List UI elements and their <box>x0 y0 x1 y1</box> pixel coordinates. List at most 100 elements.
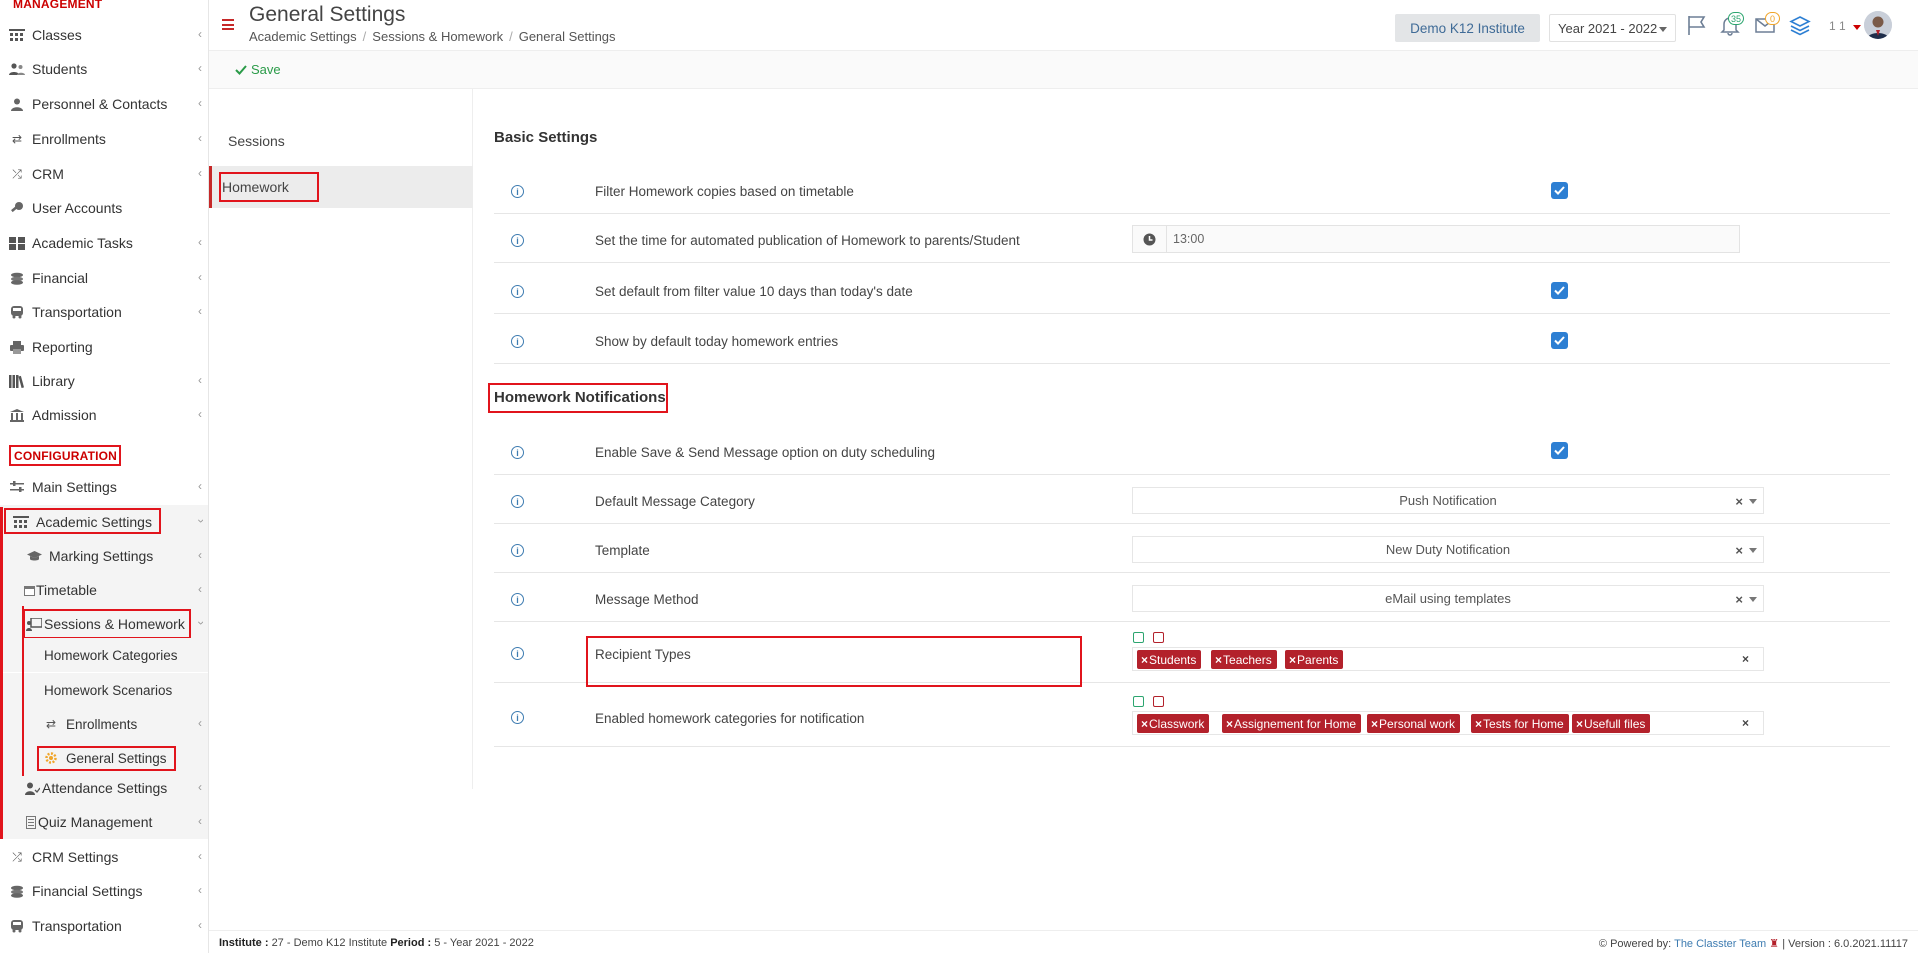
sidebar-item-marking-settings[interactable]: Marking Settings ‹ <box>0 539 208 573</box>
select-value: Push Notification <box>1399 493 1497 508</box>
sidebar-item-financial-settings[interactable]: Financial Settings ‹ <box>0 874 208 908</box>
info-icon[interactable]: i <box>511 234 524 247</box>
deselect-all-icon[interactable] <box>1153 632 1164 643</box>
sidebar-item-attendance-settings[interactable]: Attendance Settings ‹ <box>0 771 208 805</box>
sidebar-item-user-accounts[interactable]: User Accounts <box>0 191 208 225</box>
caret-down-icon[interactable] <box>1853 25 1861 30</box>
remove-tag-icon[interactable]: × <box>1289 653 1296 667</box>
sidebar-item-main-settings[interactable]: Main Settings ‹ <box>0 470 208 504</box>
info-icon[interactable]: i <box>511 335 524 348</box>
today-entries-checkbox[interactable] <box>1551 332 1568 349</box>
clear-icon[interactable]: × <box>1742 716 1749 730</box>
sidebar: MANAGEMENT Classes ‹ Students ‹ Personne… <box>0 0 209 953</box>
chevron-down-icon: ‹ <box>193 519 207 523</box>
default-filter-checkbox[interactable] <box>1551 282 1568 299</box>
clear-icon[interactable]: × <box>1735 494 1743 509</box>
remove-tag-icon[interactable]: × <box>1475 717 1482 731</box>
category-tag[interactable]: × Usefull files <box>1572 714 1651 733</box>
publication-time-input[interactable]: 13:00 <box>1132 225 1740 253</box>
clear-icon[interactable]: × <box>1735 543 1743 558</box>
sidebar-item-students[interactable]: Students ‹ <box>0 52 208 86</box>
info-icon[interactable]: i <box>511 446 524 459</box>
clear-icon[interactable]: × <box>1742 652 1749 666</box>
sidebar-item-sessions-homework[interactable]: Sessions & Homework ‹ <box>0 607 208 641</box>
filter-timetable-checkbox[interactable] <box>1551 182 1568 199</box>
sidebar-item-homework-categories[interactable]: Homework Categories <box>0 638 208 672</box>
classter-logo-icon: ♜ <box>1769 938 1780 950</box>
breadcrumb-item[interactable]: Sessions & Homework <box>372 29 503 44</box>
category-tag[interactable]: × Assignement for Home <box>1222 714 1362 733</box>
sidebar-item-label: Enrollments <box>32 131 106 147</box>
sidebar-item-financial[interactable]: Financial ‹ <box>0 261 208 295</box>
sidebar-item-classes[interactable]: Classes ‹ <box>0 18 208 52</box>
tab-sessions[interactable]: Sessions <box>209 120 473 162</box>
sidebar-item-label: Admission <box>32 407 97 423</box>
select-all-icon[interactable] <box>1133 696 1144 707</box>
info-icon[interactable]: i <box>511 647 524 660</box>
sidebar-item-general-settings[interactable]: General Settings <box>0 741 208 775</box>
sidebar-item-transportation-settings[interactable]: Transportation ‹ <box>0 909 208 943</box>
sidebar-item-reporting[interactable]: Reporting <box>0 330 208 364</box>
sidebar-item-personnel[interactable]: Personnel & Contacts ‹ <box>0 87 208 121</box>
sidebar-item-transportation[interactable]: Transportation ‹ <box>0 295 208 329</box>
year-select[interactable]: Year 2021 - 2022 <box>1549 14 1676 42</box>
sidebar-item-quiz-management[interactable]: Quiz Management ‹ <box>0 805 208 839</box>
sidebar-item-academic-tasks[interactable]: Academic Tasks ‹ <box>0 226 208 260</box>
enabled-categories-multiselect[interactable]: × Classwork × Assignement for Home × Person… <box>1132 711 1764 735</box>
sidebar-item-sub-enrollments[interactable]: ⇄ Enrollments ‹ <box>0 707 208 741</box>
recipient-tag[interactable]: × Parents <box>1285 650 1344 669</box>
template-select[interactable]: New Duty Notification × <box>1132 536 1764 563</box>
sidebar-item-admission[interactable]: Admission ‹ <box>0 398 208 432</box>
recipient-types-multiselect[interactable]: × Students × Teachers × Parents × <box>1132 647 1764 671</box>
tag-label: Personal work <box>1379 716 1456 731</box>
remove-tag-icon[interactable]: × <box>1576 717 1583 731</box>
info-icon[interactable]: i <box>511 593 524 606</box>
sliders-icon <box>8 480 26 494</box>
tag-label: Classwork <box>1149 716 1205 731</box>
recipient-tag[interactable]: × Teachers <box>1211 650 1277 669</box>
sidebar-item-crm-settings[interactable]: ⤮ CRM Settings ‹ <box>0 840 208 874</box>
sidebar-item-timetable[interactable]: Timetable ‹ <box>0 573 208 607</box>
category-tag[interactable]: × Personal work <box>1367 714 1461 733</box>
save-button[interactable]: Save <box>235 62 281 77</box>
year-select-value: Year 2021 - 2022 <box>1558 20 1658 36</box>
tab-homework[interactable]: Homework <box>209 166 473 208</box>
user-number[interactable]: 1 1 <box>1829 19 1846 33</box>
info-icon[interactable]: i <box>511 711 524 724</box>
deselect-all-icon[interactable] <box>1153 696 1164 707</box>
message-category-select[interactable]: Push Notification × <box>1132 487 1764 514</box>
remove-tag-icon[interactable]: × <box>1215 653 1222 667</box>
hamburger-menu-icon[interactable] <box>222 19 234 30</box>
sidebar-item-label: Homework Categories <box>44 647 178 663</box>
sidebar-item-library[interactable]: Library ‹ <box>0 364 208 398</box>
message-method-select[interactable]: eMail using templates × <box>1132 585 1764 612</box>
select-all-icon[interactable] <box>1133 632 1144 643</box>
clear-icon[interactable]: × <box>1735 592 1743 607</box>
layers-icon[interactable] <box>1789 14 1813 38</box>
info-icon[interactable]: i <box>511 285 524 298</box>
chevron-left-icon: ‹ <box>198 61 202 75</box>
category-tag[interactable]: × Classwork <box>1137 714 1210 733</box>
remove-tag-icon[interactable]: × <box>1226 717 1233 731</box>
classter-team-link[interactable]: The Classter Team <box>1674 938 1766 950</box>
academic-settings-icon <box>12 515 30 529</box>
remove-tag-icon[interactable]: × <box>1371 717 1378 731</box>
remove-tag-icon[interactable]: × <box>1141 717 1148 731</box>
category-tag[interactable]: × Tests for Home <box>1471 714 1569 733</box>
institute-badge[interactable]: Demo K12 Institute <box>1395 14 1540 42</box>
flag-icon[interactable] <box>1686 14 1710 38</box>
avatar[interactable] <box>1864 11 1892 39</box>
footer-period-value: 5 - Year 2021 - 2022 <box>434 937 534 949</box>
sidebar-item-crm[interactable]: ⤮ CRM ‹ <box>0 157 208 191</box>
info-icon[interactable]: i <box>511 185 524 198</box>
recipient-tag[interactable]: × Students <box>1137 650 1202 669</box>
remove-tag-icon[interactable]: × <box>1141 653 1148 667</box>
sidebar-item-homework-scenarios[interactable]: Homework Scenarios <box>0 673 208 707</box>
info-icon[interactable]: i <box>511 544 524 557</box>
enable-send-checkbox[interactable] <box>1551 442 1568 459</box>
breadcrumb-item[interactable]: Academic Settings <box>249 29 357 44</box>
sidebar-item-enrollments[interactable]: ⇄ Enrollments ‹ <box>0 122 208 156</box>
info-icon[interactable]: i <box>511 495 524 508</box>
sidebar-item-label: Transportation <box>32 304 122 320</box>
sidebar-item-academic-settings[interactable]: Academic Settings ‹ <box>0 505 208 539</box>
